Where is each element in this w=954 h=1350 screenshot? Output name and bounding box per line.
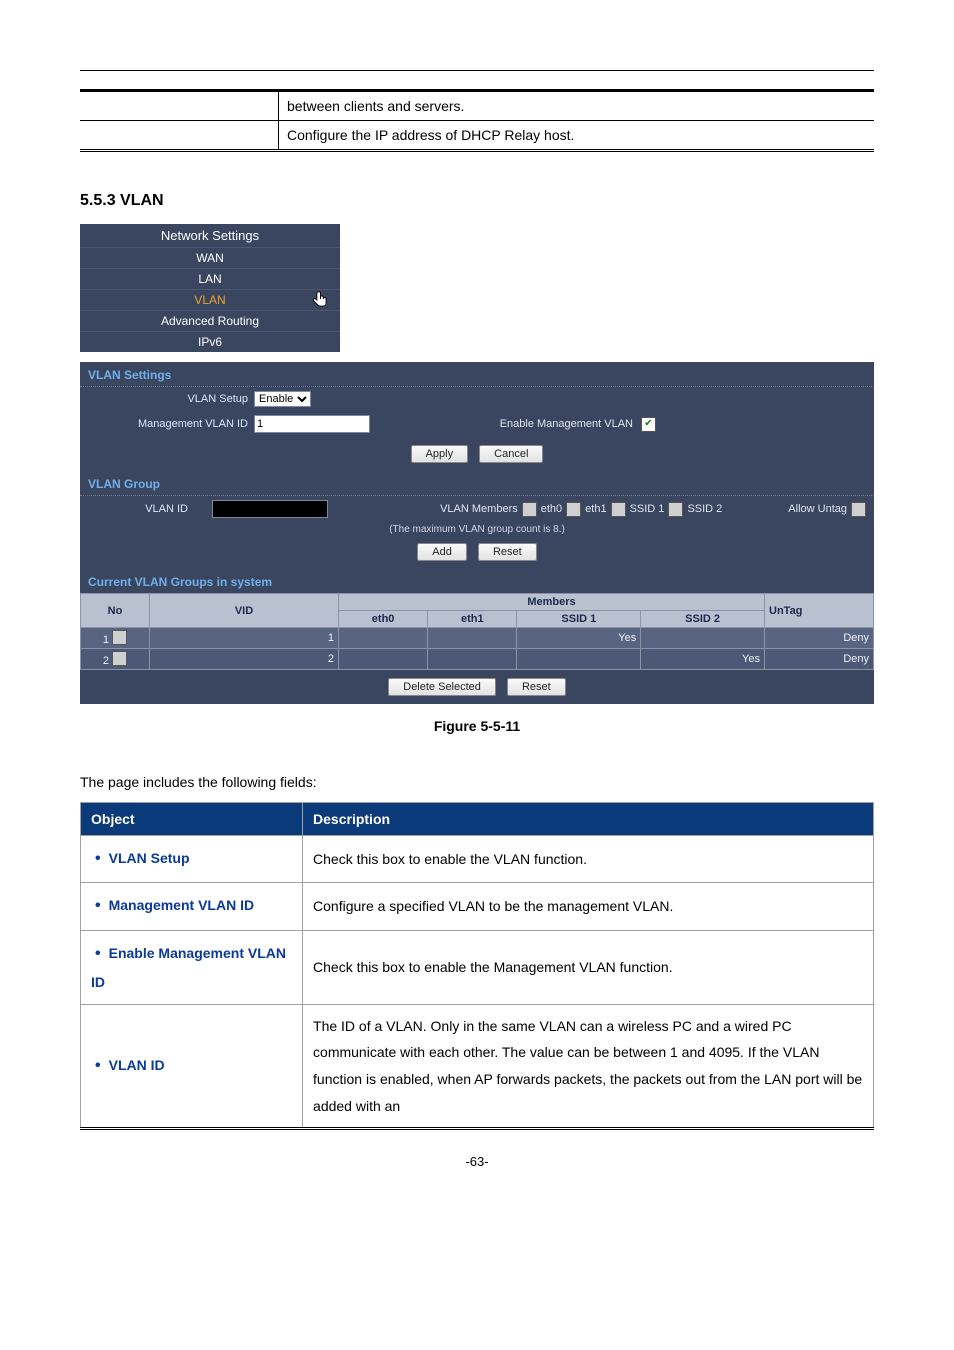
row1-eth0 [339,628,428,649]
allow-untag-checkbox[interactable] [851,502,866,517]
member-ssid1-checkbox[interactable] [611,502,626,517]
reset-selection-button[interactable]: Reset [507,678,566,696]
obj-vlan-id: VLAN ID [91,1057,165,1073]
apply-button[interactable]: Apply [411,445,469,463]
context-row1: between clients and servers. [279,91,875,121]
table-row: 1 1 Yes Deny [81,628,874,649]
row2-ssid2: Yes [641,649,765,670]
desc-vlan-setup: Check this box to enable the VLAN functi… [303,836,874,883]
row1-eth1 [428,628,517,649]
desc-mgmt-vlan-id: Configure a specified VLAN to be the man… [303,883,874,930]
member-eth1-label: eth1 [585,503,606,515]
obj-vlan-setup: VLAN Setup [91,850,190,866]
row2-untag: Deny [765,649,874,670]
row1-checkbox[interactable] [112,630,127,645]
enable-mgmt-vlan-checkbox[interactable] [641,417,656,432]
th-object: Object [81,803,303,836]
th-members: Members [339,594,765,611]
th-ssid2: SSID 2 [641,611,765,628]
vlan-setup-label: VLAN Setup [88,393,254,405]
nav-item-vlan[interactable]: VLAN [80,289,340,310]
vlan-group-title: VLAN Group [80,471,874,496]
nav-item-vlan-label: VLAN [194,293,225,307]
desc-enable-mgmt-vlan-id: Check this box to enable the Management … [303,930,874,1004]
row1-ssid2 [641,628,765,649]
th-untag: UnTag [765,594,874,628]
nav-item-advanced-routing[interactable]: Advanced Routing [80,310,340,331]
obj-enable-mgmt-vlan-id: Enable Management VLAN ID [91,945,286,990]
row2-checkbox[interactable] [112,651,127,666]
member-eth1-checkbox[interactable] [566,502,581,517]
allow-untag-label: Allow Untag [788,503,847,515]
obj-mgmt-vlan-id: Management VLAN ID [91,897,254,913]
intro-text: The page includes the following fields: [80,774,874,790]
row1-vid: 1 [150,628,339,649]
context-table: between clients and servers. Configure t… [80,89,874,152]
th-description: Description [303,803,874,836]
vlan-id-input[interactable] [212,500,328,518]
table-row: 2 2 Yes Deny [81,649,874,670]
row1-ssid1: Yes [517,628,641,649]
add-button[interactable]: Add [417,543,467,561]
section-heading: 5.5.3 VLAN [80,192,874,210]
member-eth0-checkbox[interactable] [522,502,537,517]
nav-item-wan[interactable]: WAN [80,247,340,268]
row2-eth0 [339,649,428,670]
member-ssid2-checkbox[interactable] [668,502,683,517]
vlan-setup-select[interactable]: Enable [254,391,311,407]
nav-title: Network Settings [80,224,340,247]
context-row2: Configure the IP address of DHCP Relay h… [279,121,875,151]
member-ssid1-label: SSID 1 [630,503,665,515]
row1-no: 1 [103,634,109,646]
enable-mgmt-vlan-label: Enable Management VLAN [500,418,633,430]
description-table: Object Description VLAN Setup Check this… [80,802,874,1130]
reset-group-button[interactable]: Reset [478,543,537,561]
figure-caption: Figure 5-5-11 [80,718,874,734]
vlan-settings-title: VLAN Settings [80,362,874,387]
nav-item-lan[interactable]: LAN [80,268,340,289]
mgmt-vlan-id-input[interactable] [254,415,370,433]
page-number: -63- [80,1154,874,1169]
th-no: No [81,594,150,628]
mgmt-vlan-id-label: Management VLAN ID [88,418,254,430]
vlan-panel: VLAN Settings VLAN Setup Enable Manageme… [80,362,874,704]
nav-item-ipv6[interactable]: IPv6 [80,331,340,352]
nav-menu: Network Settings WAN LAN VLAN Advanced R… [80,224,340,352]
current-groups-table: No VID Members UnTag eth0 eth1 SSID 1 SS… [80,593,874,670]
row2-ssid1 [517,649,641,670]
vlan-group-hint: (The maximum VLAN group count is 8.) [80,522,874,535]
th-ssid1: SSID 1 [517,611,641,628]
row2-no: 2 [103,655,109,667]
delete-selected-button[interactable]: Delete Selected [388,678,496,696]
th-eth1: eth1 [428,611,517,628]
th-vid: VID [150,594,339,628]
row2-vid: 2 [150,649,339,670]
cancel-button[interactable]: Cancel [479,445,543,463]
member-ssid2-label: SSID 2 [687,503,722,515]
cursor-hand-icon [310,290,332,312]
vlan-members-label: VLAN Members [440,503,518,515]
vlan-id-label: VLAN ID [88,503,194,515]
row2-eth1 [428,649,517,670]
member-eth0-label: eth0 [541,503,562,515]
desc-vlan-id: The ID of a VLAN. Only in the same VLAN … [303,1004,874,1128]
current-groups-title: Current VLAN Groups in system [80,569,874,593]
row1-untag: Deny [765,628,874,649]
th-eth0: eth0 [339,611,428,628]
